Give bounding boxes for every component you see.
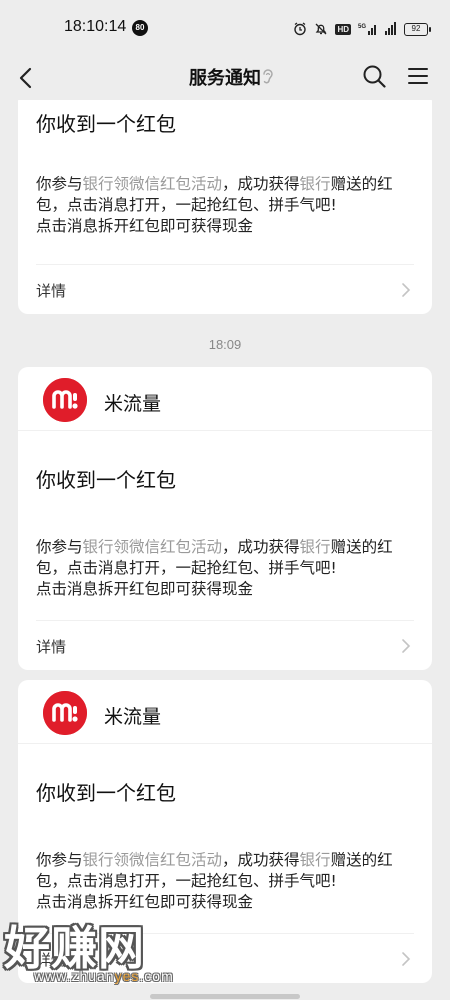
bank-link: 银行: [299, 175, 331, 193]
app-logo-icon: [43, 691, 87, 735]
detail-label: 详情: [36, 282, 67, 300]
card-header: 米流量: [18, 680, 432, 744]
signal-icon: 5G: [358, 22, 378, 36]
message-body: 你参与银行领微信红包活动，成功获得银行赠送的红 包，点击消息打开，一起抢红包、拼…: [36, 175, 393, 235]
svg-text:5G: 5G: [358, 24, 366, 30]
watermark-url: www.zhuanyes.com: [34, 968, 174, 984]
message-body: 你参与银行领微信红包活动，成功获得银行赠送的红 包，点击消息打开，一起抢红包、拼…: [36, 851, 393, 911]
detail-row[interactable]: 详情: [36, 264, 414, 314]
bank-activity-link: 银行领微信红包活动: [82, 851, 223, 869]
message-title: 你收到一个红包: [36, 781, 176, 805]
message-title: 你收到一个红包: [36, 112, 176, 136]
chevron-right-icon: [400, 280, 412, 300]
chevron-right-icon: [400, 949, 412, 969]
detail-label: 详情: [36, 638, 67, 656]
status-icons: HD 5G 92: [293, 20, 431, 38]
detail-row[interactable]: 详情: [36, 620, 414, 670]
ear-icon: [260, 67, 276, 87]
bank-link: 银行: [299, 538, 331, 556]
bank-link: 银行: [299, 851, 331, 869]
message-feed[interactable]: 你收到一个红包 你参与银行领微信红包活动，成功获得银行赠送的红 包，点击消息打开…: [0, 100, 450, 1000]
search-icon[interactable]: [360, 62, 388, 90]
app-logo-icon: [43, 378, 87, 422]
battery-icon: 92: [404, 22, 431, 36]
home-indicator[interactable]: [150, 994, 300, 999]
bank-activity-link: 银行领微信红包活动: [82, 175, 223, 193]
menu-icon[interactable]: [404, 62, 432, 90]
message-title: 你收到一个红包: [36, 468, 176, 492]
app-name: 米流量: [104, 706, 162, 728]
timestamp-separator: 18:09: [208, 337, 242, 352]
alarm-icon: [293, 22, 307, 36]
card-header: 米流量: [18, 367, 432, 431]
status-time: 18:10:14: [64, 18, 127, 35]
status-bar: 18:10:14 80 HD 5G 92: [0, 0, 450, 56]
message-card[interactable]: 你收到一个红包 你参与银行领微信红包活动，成功获得银行赠送的红 包，点击消息打开…: [18, 100, 432, 314]
app-name: 米流量: [104, 393, 162, 415]
chevron-right-icon: [400, 636, 412, 656]
bank-activity-link: 银行领微信红包活动: [82, 538, 223, 556]
mute-bell-icon: [314, 22, 328, 36]
watermark: 好赚网 www.zhuanyes.com: [4, 912, 204, 992]
nav-bar: 服务通知: [0, 56, 450, 100]
message-card[interactable]: 米流量 你收到一个红包 你参与银行领微信红包活动，成功获得银行赠送的红 包，点击…: [18, 367, 432, 670]
notification-count-badge: 80: [132, 20, 148, 36]
message-body: 你参与银行领微信红包活动，成功获得银行赠送的红 包，点击消息打开，一起抢红包、拼…: [36, 538, 393, 598]
hd-icon: HD: [335, 23, 351, 35]
signal-bars-icon: [385, 22, 397, 36]
